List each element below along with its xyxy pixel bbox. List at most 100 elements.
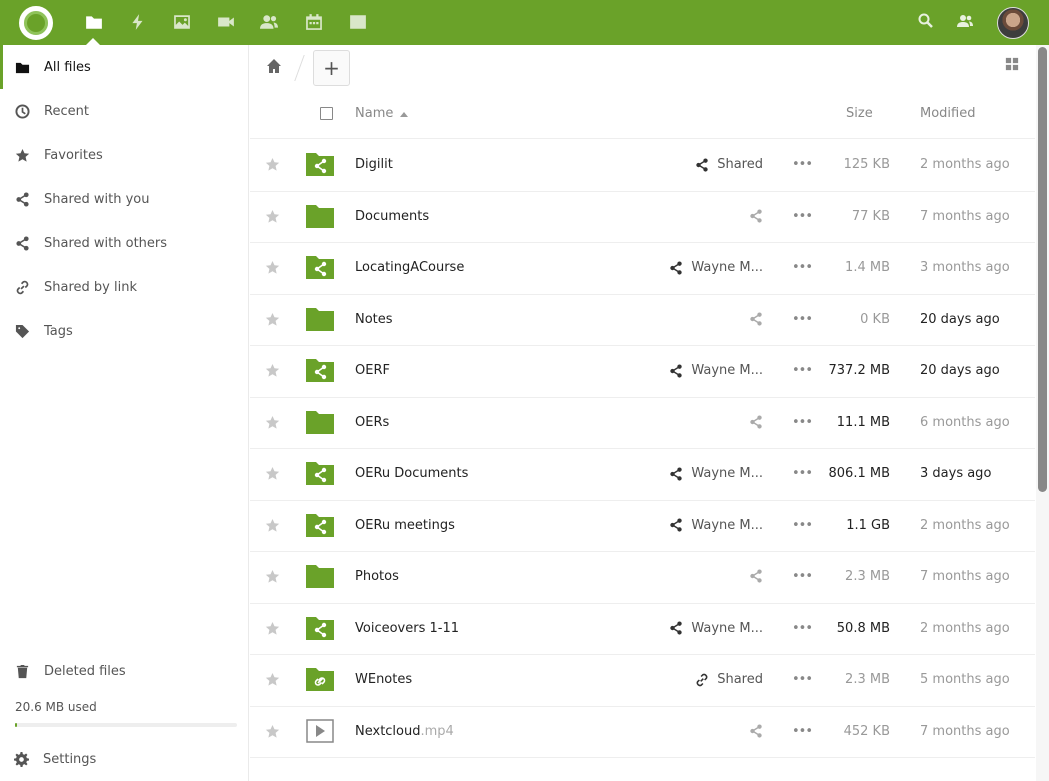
more-actions-icon[interactable]: •••: [792, 518, 813, 533]
sidebar-item-deleted-files[interactable]: Deleted files: [0, 649, 249, 693]
shared-folder-icon[interactable]: [306, 358, 334, 382]
favorite-star-icon[interactable]: [265, 518, 281, 534]
column-name[interactable]: Name: [355, 106, 393, 121]
shared-folder-icon[interactable]: [306, 461, 334, 485]
favorite-star-icon[interactable]: [265, 415, 281, 431]
favorite-star-icon[interactable]: [265, 569, 281, 585]
folder-icon[interactable]: [306, 564, 334, 588]
more-actions-icon[interactable]: •••: [792, 621, 813, 636]
file-row[interactable]: Documents ••• 77 KB 7 months ago: [250, 192, 1035, 243]
scrollbar-thumb[interactable]: [1038, 47, 1047, 492]
favorite-star-icon[interactable]: [265, 724, 281, 740]
column-size[interactable]: Size: [846, 106, 873, 121]
sidebar-item-shared-with-you[interactable]: Shared with you: [0, 177, 249, 221]
search-icon[interactable]: [918, 13, 936, 31]
home-icon[interactable]: [266, 58, 284, 76]
share-button[interactable]: [749, 311, 763, 326]
grid-view-icon[interactable]: [1005, 57, 1021, 73]
file-row[interactable]: Photos ••• 2.3 MB 7 months ago: [250, 552, 1035, 604]
favorite-star-icon[interactable]: [265, 260, 281, 276]
favorite-star-icon[interactable]: [265, 209, 281, 225]
file-row[interactable]: Notes ••• 0 KB 20 days ago: [250, 295, 1035, 346]
sidebar-item-all-files[interactable]: All files: [0, 45, 249, 89]
file-row[interactable]: WEnotes Shared ••• 2.3 MB 5 months ago: [250, 655, 1035, 707]
share-button[interactable]: Wayne M...: [669, 363, 763, 378]
share-button[interactable]: [749, 569, 763, 583]
video-file-icon[interactable]: [306, 718, 334, 743]
folder-icon[interactable]: [306, 204, 334, 228]
shared-folder-icon[interactable]: [306, 152, 334, 176]
file-name[interactable]: Notes: [355, 312, 393, 327]
file-name[interactable]: Voiceovers 1-11: [355, 621, 459, 636]
file-name[interactable]: OERu Documents: [355, 466, 468, 481]
shared-folder-icon[interactable]: [306, 616, 334, 640]
file-row[interactable]: Digilit Shared ••• 125 KB 2 months ago: [250, 140, 1035, 192]
video-icon[interactable]: [215, 11, 237, 33]
sidebar-item-settings[interactable]: Settings: [0, 737, 249, 781]
sidebar-item-recent[interactable]: Recent: [0, 89, 249, 133]
file-name[interactable]: Documents: [355, 209, 429, 224]
share-button[interactable]: Wayne M...: [669, 260, 763, 275]
favorite-star-icon[interactable]: [265, 312, 281, 328]
shared-folder-icon[interactable]: [306, 513, 334, 537]
folder-icon[interactable]: [306, 410, 334, 434]
link-folder-icon[interactable]: [306, 667, 334, 691]
file-name[interactable]: OERu meetings: [355, 518, 455, 533]
file-name[interactable]: OERs: [355, 415, 389, 430]
share-button[interactable]: Wayne M...: [669, 621, 763, 636]
more-actions-icon[interactable]: •••: [792, 260, 813, 275]
sidebar-item-shared-by-link[interactable]: Shared by link: [0, 265, 249, 309]
files-icon[interactable]: [83, 11, 105, 33]
file-name[interactable]: Photos: [355, 569, 399, 584]
file-name[interactable]: WEnotes: [355, 672, 412, 687]
nextcloud-logo[interactable]: [19, 6, 53, 40]
sidebar-item-shared-with-others[interactable]: Shared with others: [0, 221, 249, 265]
favorite-star-icon[interactable]: [265, 466, 281, 482]
favorite-star-icon[interactable]: [265, 363, 281, 379]
calendar-icon[interactable]: [303, 11, 325, 33]
gallery-icon[interactable]: [171, 11, 193, 33]
column-modified[interactable]: Modified: [920, 106, 975, 121]
file-row[interactable]: OERu Documents Wayne M... ••• 806.1 MB 3 day…: [250, 449, 1035, 501]
share-button[interactable]: Shared: [695, 157, 763, 172]
share-button[interactable]: Wayne M...: [669, 518, 763, 533]
contacts-icon[interactable]: [258, 11, 280, 33]
favorite-star-icon[interactable]: [265, 621, 281, 637]
file-name[interactable]: LocatingACourse: [355, 260, 464, 275]
share-button[interactable]: Shared: [695, 672, 763, 687]
file-row[interactable]: LocatingACourse Wayne M... ••• 1.4 MB 3 mont…: [250, 243, 1035, 295]
contacts-menu-icon[interactable]: [957, 13, 975, 31]
more-actions-icon[interactable]: •••: [792, 415, 813, 430]
sidebar-item-favorites[interactable]: Favorites: [0, 133, 249, 177]
folder-icon[interactable]: [306, 307, 334, 331]
shared-folder-icon[interactable]: [306, 255, 334, 279]
more-actions-icon[interactable]: •••: [792, 724, 813, 739]
more-actions-icon[interactable]: •••: [792, 312, 813, 327]
favorite-star-icon[interactable]: [265, 157, 281, 173]
file-row[interactable]: OERs ••• 11.1 MB 6 months ago: [250, 398, 1035, 449]
avatar[interactable]: [997, 7, 1029, 39]
sidebar-item-tags[interactable]: Tags: [0, 309, 249, 353]
more-actions-icon[interactable]: •••: [792, 466, 813, 481]
file-name[interactable]: OERF: [355, 363, 390, 378]
share-button[interactable]: [749, 208, 763, 223]
more-actions-icon[interactable]: •••: [792, 363, 813, 378]
favorite-star-icon[interactable]: [265, 672, 281, 688]
file-row[interactable]: OERu meetings Wayne M... ••• 1.1 GB 2 months…: [250, 501, 1035, 552]
more-actions-icon[interactable]: •••: [792, 672, 813, 687]
more-actions-icon[interactable]: •••: [792, 569, 813, 584]
add-file-button[interactable]: +: [313, 50, 350, 86]
activity-icon[interactable]: [127, 11, 149, 33]
more-actions-icon[interactable]: •••: [792, 209, 813, 224]
notes-icon[interactable]: [347, 11, 369, 33]
file-name[interactable]: Nextcloud.mp4: [355, 724, 454, 739]
file-row[interactable]: OERF Wayne M... ••• 737.2 MB 20 days ago: [250, 346, 1035, 398]
file-name[interactable]: Digilit: [355, 157, 393, 172]
file-row[interactable]: Nextcloud.mp4 ••• 452 KB 7 months ago: [250, 707, 1035, 758]
select-all-checkbox[interactable]: [320, 107, 333, 120]
more-actions-icon[interactable]: •••: [792, 157, 813, 172]
share-button[interactable]: [749, 414, 763, 429]
share-button[interactable]: Wayne M...: [669, 466, 763, 481]
share-button[interactable]: [749, 723, 763, 738]
file-row[interactable]: Voiceovers 1-11 Wayne M... ••• 50.8 MB 2 mon…: [250, 604, 1035, 655]
